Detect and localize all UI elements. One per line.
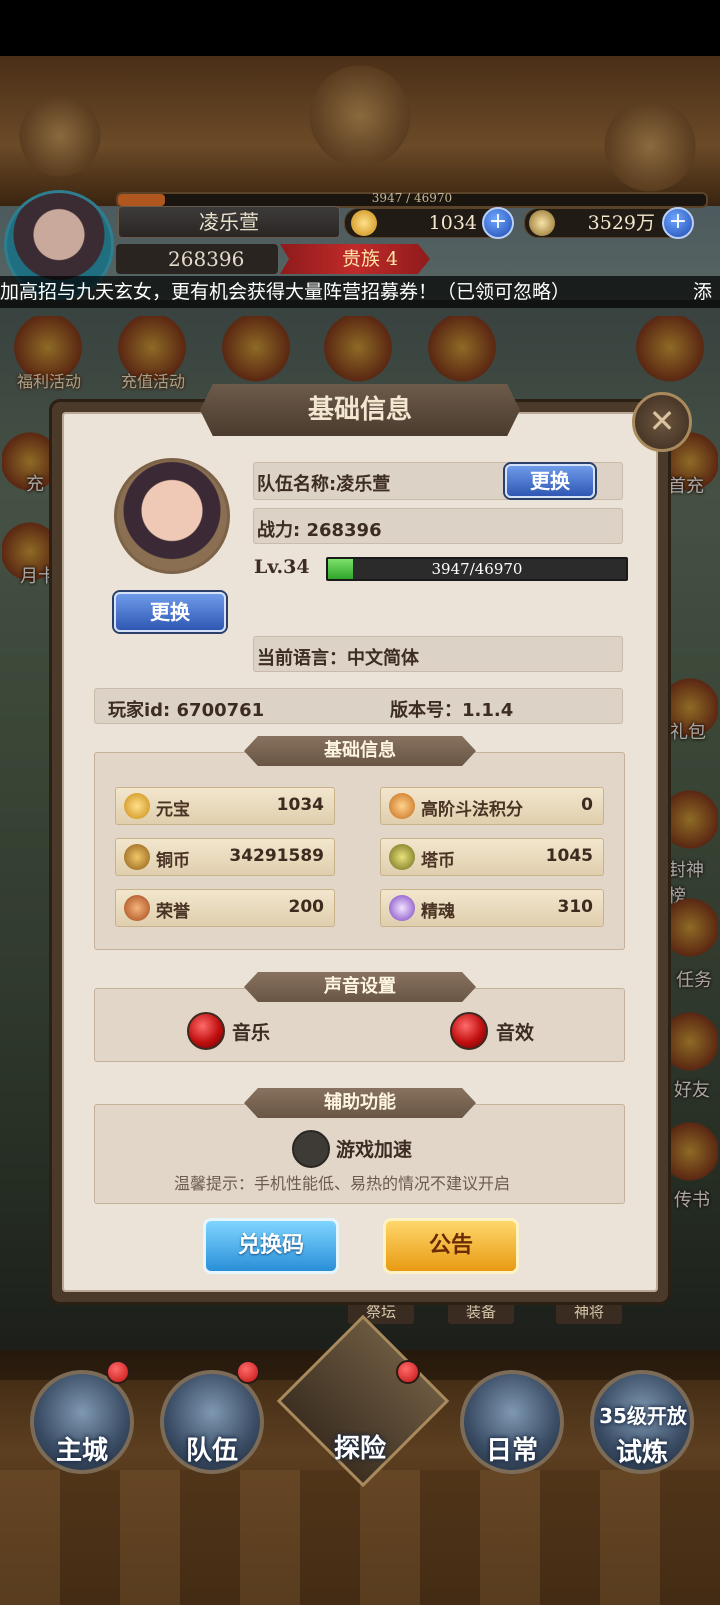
- bottom-border-pattern: [0, 1470, 720, 1605]
- top-xp-text: 3947 / 46970: [371, 191, 453, 205]
- main-city-notification-dot: [106, 1360, 130, 1384]
- gold-ingot-icon: [351, 210, 377, 236]
- resource-advanced-points: 高阶斗法积分 0: [380, 787, 604, 825]
- copper-coin-icon: [529, 210, 555, 236]
- trial-label: 试炼: [615, 1438, 668, 1468]
- sfx-label: 音效: [496, 1022, 535, 1044]
- daily-label: 日常: [485, 1436, 538, 1466]
- add-gold-button[interactable]: +: [482, 207, 514, 239]
- dialog-title: 基础信息: [200, 384, 520, 436]
- resources-section-title: 基础信息: [244, 736, 476, 766]
- language-field[interactable]: 当前语言：中文简体: [253, 636, 623, 672]
- sound-section-title: 声音设置: [244, 972, 476, 1002]
- profile-avatar: [114, 458, 230, 574]
- resource-gold-ingot: 元宝 1034: [115, 787, 335, 825]
- power-field: 战力: 268396: [253, 508, 623, 544]
- resource-tower-coin: 塔币 1045: [380, 838, 604, 876]
- explore-label: 探险: [333, 1434, 386, 1464]
- level-xp-bar: 3947/46970: [326, 557, 628, 581]
- equipment-tab[interactable]: 装备: [448, 1300, 514, 1324]
- soul-icon: [389, 895, 415, 921]
- change-avatar-button[interactable]: 更换: [114, 592, 226, 632]
- level-xp-text: 3947/46970: [431, 560, 523, 578]
- id-version-field: 玩家id: 6700761 版本号：1.1.4: [94, 688, 623, 724]
- sfx-toggle[interactable]: [450, 1012, 488, 1050]
- resource-copper: 铜币 34291589: [115, 838, 335, 876]
- gold-ingot-icon: [124, 793, 150, 819]
- resource-honor: 荣誉 200: [115, 889, 335, 927]
- medal-icon: [389, 793, 415, 819]
- copper-coin-icon: [124, 844, 150, 870]
- power-display: 268396: [116, 244, 278, 274]
- tower-coin-icon: [389, 844, 415, 870]
- speedup-tip: 温馨提示：手机性能低、易热的情况不建议开启: [174, 1174, 511, 1193]
- assist-section-title: 辅助功能: [244, 1088, 476, 1118]
- music-label: 音乐: [232, 1022, 271, 1044]
- explore-notification-dot: [396, 1360, 420, 1384]
- music-toggle[interactable]: [187, 1012, 225, 1050]
- add-copper-button[interactable]: +: [662, 207, 694, 239]
- honor-icon: [124, 895, 150, 921]
- player-name: 凌乐萱: [118, 206, 340, 238]
- close-button[interactable]: ✕: [632, 392, 692, 452]
- trial-lock-label: 35级开放: [599, 1404, 687, 1428]
- resource-soul: 精魂 310: [380, 889, 604, 927]
- generals-tab[interactable]: 神将: [556, 1300, 622, 1324]
- speedup-toggle[interactable]: [292, 1130, 330, 1168]
- change-team-name-button[interactable]: 更换: [505, 464, 595, 498]
- redeem-code-button[interactable]: 兑换码: [203, 1218, 339, 1274]
- level-label: Lv.34: [254, 556, 310, 578]
- notice-button[interactable]: 公告: [383, 1218, 519, 1274]
- team-notification-dot: [236, 1360, 260, 1384]
- top-frame-decoration: [0, 56, 720, 206]
- speedup-label: 游戏加速: [336, 1139, 413, 1161]
- team-label: 队伍: [185, 1436, 238, 1466]
- noble-badge[interactable]: 贵族 4: [280, 244, 430, 274]
- main-city-label: 主城: [55, 1436, 108, 1466]
